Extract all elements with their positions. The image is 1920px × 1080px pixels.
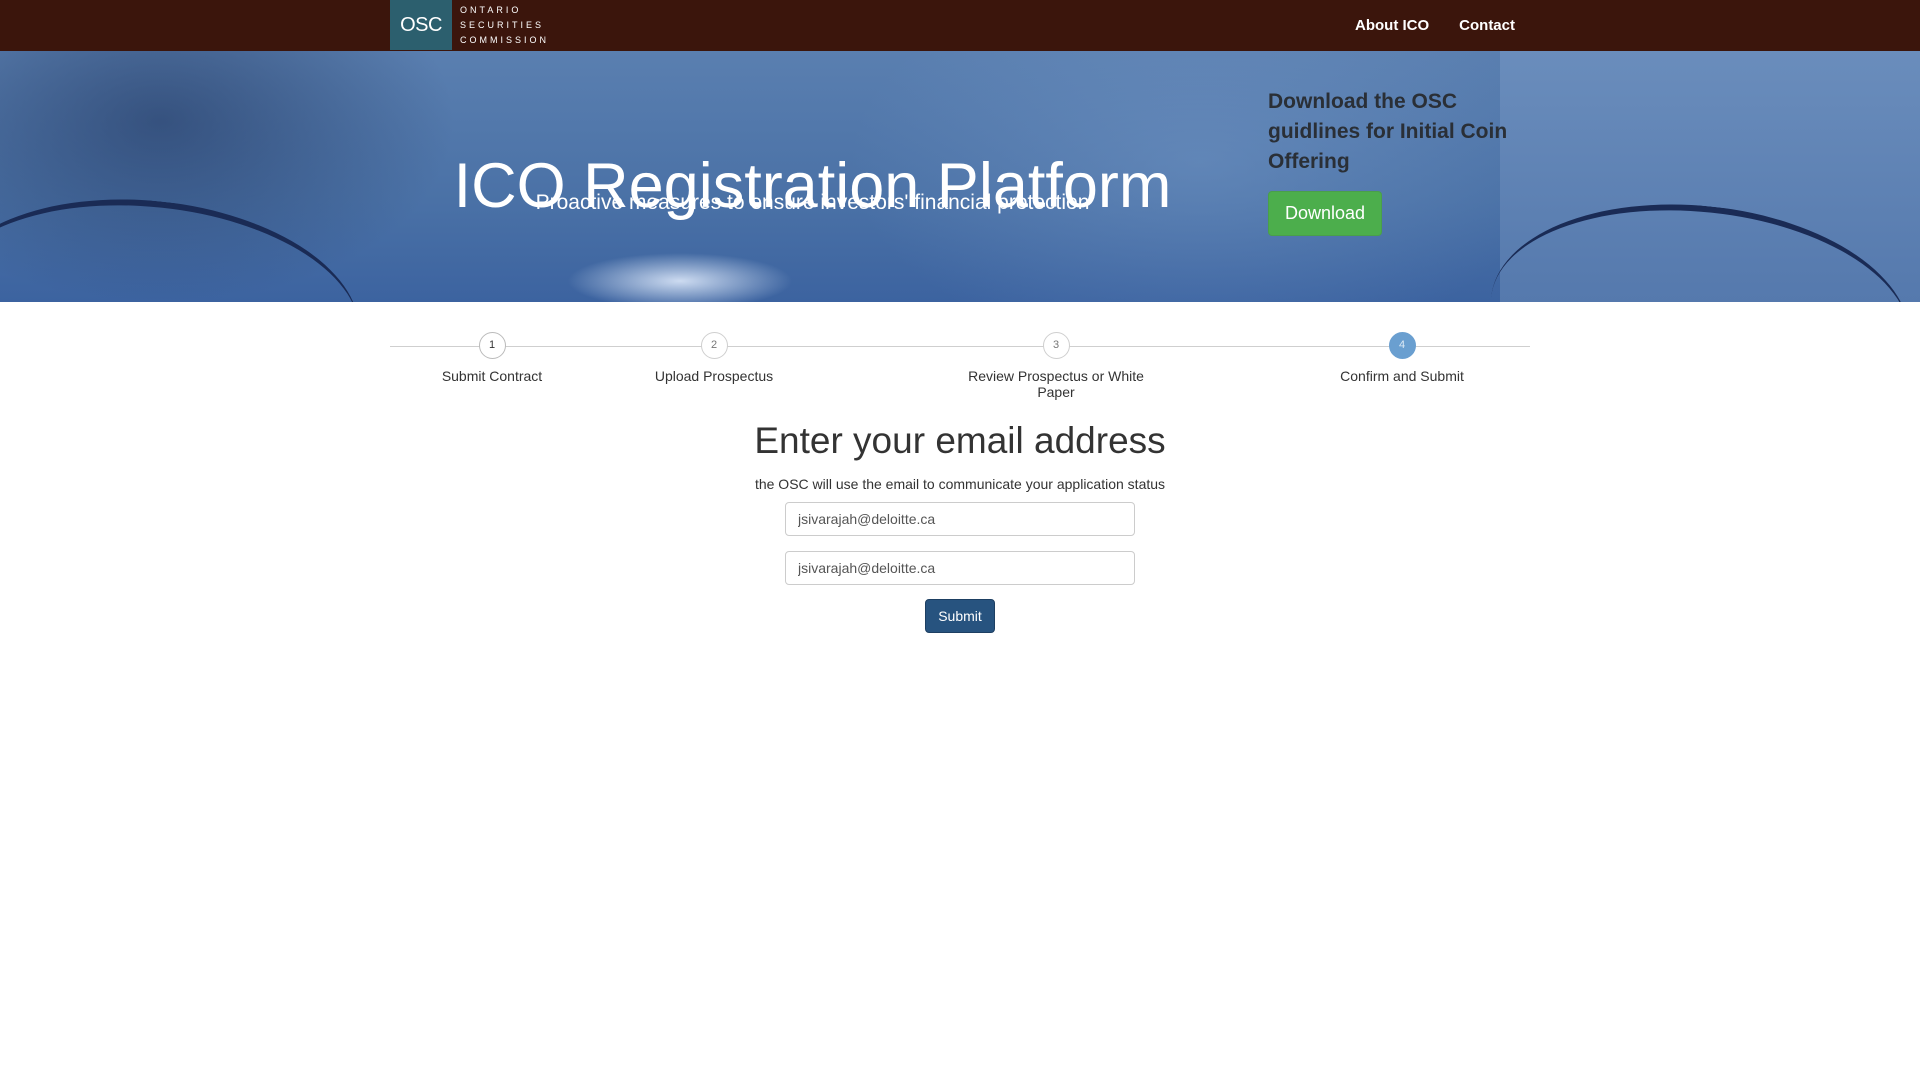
step-label-4: Confirm and Submit — [1340, 368, 1464, 384]
osc-logo[interactable]: OSC ONTARIO SECURITIES COMMISSION — [390, 0, 549, 50]
step-label-2: Upload Prospectus — [654, 368, 774, 384]
step-submit-contract[interactable]: 1 Submit Contract — [392, 332, 592, 384]
download-panel: Download the OSC guidlines for Initial C… — [1268, 87, 1518, 236]
progress-stepper: 1 Submit Contract 2 Upload Prospectus 3 … — [390, 332, 1530, 400]
nav-link-contact[interactable]: Contact — [1459, 17, 1515, 34]
step-upload-prospectus[interactable]: 2 Upload Prospectus — [614, 332, 814, 384]
form-title: Enter your email address — [754, 420, 1166, 461]
form-description: the OSC will use the email to communicat… — [754, 476, 1166, 492]
email-form: Enter your email address the OSC will us… — [0, 415, 1920, 633]
nav-link-about-ico[interactable]: About ICO — [1355, 17, 1429, 34]
step-label-1: Submit Contract — [441, 368, 543, 384]
logo-wordmark: ONTARIO SECURITIES COMMISSION — [452, 0, 549, 50]
logo-line-securities: SECURITIES — [460, 19, 545, 30]
step-label-3: Review Prospectus or White Paper — [968, 368, 1144, 400]
logo-line-ontario: ONTARIO — [460, 4, 522, 15]
download-button[interactable]: Download — [1268, 191, 1383, 236]
confirm-email-field[interactable] — [785, 551, 1135, 585]
download-heading: Download the OSC guidlines for Initial C… — [1268, 90, 1508, 173]
logo-abbreviation: OSC — [390, 0, 452, 50]
top-navbar: OSC ONTARIO SECURITIES COMMISSION About … — [0, 0, 1920, 51]
hero-banner: ICO Registration Platform Proactive meas… — [0, 51, 1920, 302]
nav-links: About ICO Contact — [1325, 0, 1515, 51]
step-number-3: 3 — [1042, 332, 1070, 359]
email-field[interactable] — [785, 502, 1135, 536]
step-number-2: 2 — [700, 332, 728, 359]
step-number-4: 4 — [1388, 332, 1416, 359]
step-review-prospectus[interactable]: 3 Review Prospectus or White Paper — [956, 332, 1156, 400]
logo-line-commission: COMMISSION — [460, 34, 550, 45]
step-number-1: 1 — [478, 332, 506, 359]
hero-subtitle: Proactive measures to ensure investors' … — [535, 191, 1090, 214]
step-confirm-submit[interactable]: 4 Confirm and Submit — [1302, 332, 1502, 384]
submit-button[interactable]: Submit — [925, 599, 995, 633]
